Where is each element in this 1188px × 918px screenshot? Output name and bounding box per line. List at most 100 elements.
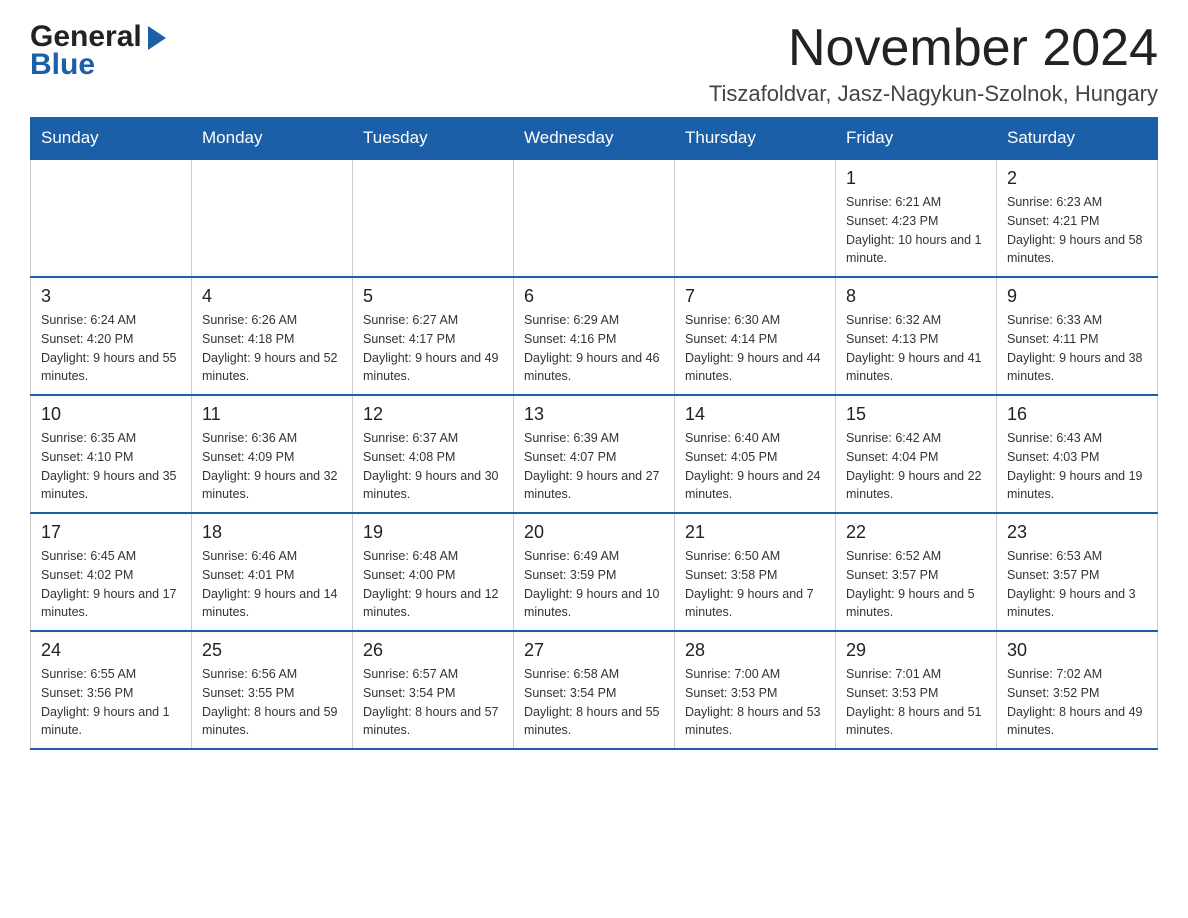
day-info: Sunrise: 7:02 AM Sunset: 3:52 PM Dayligh… xyxy=(1007,665,1147,740)
day-info: Sunrise: 6:58 AM Sunset: 3:54 PM Dayligh… xyxy=(524,665,664,740)
day-info: Sunrise: 6:32 AM Sunset: 4:13 PM Dayligh… xyxy=(846,311,986,386)
week-row-4: 17 Sunrise: 6:45 AM Sunset: 4:02 PM Dayli… xyxy=(31,513,1158,631)
day-number: 9 xyxy=(1007,286,1147,307)
day-info: Sunrise: 6:43 AM Sunset: 4:03 PM Dayligh… xyxy=(1007,429,1147,504)
calendar-cell: 9 Sunrise: 6:33 AM Sunset: 4:11 PM Daylig… xyxy=(997,277,1158,395)
day-number: 1 xyxy=(846,168,986,189)
day-info: Sunrise: 6:42 AM Sunset: 4:04 PM Dayligh… xyxy=(846,429,986,504)
calendar-cell xyxy=(514,159,675,277)
day-number: 25 xyxy=(202,640,342,661)
calendar-cell: 29 Sunrise: 7:01 AM Sunset: 3:53 PM Dayli… xyxy=(836,631,997,749)
day-number: 14 xyxy=(685,404,825,425)
day-info: Sunrise: 6:46 AM Sunset: 4:01 PM Dayligh… xyxy=(202,547,342,622)
calendar-cell: 30 Sunrise: 7:02 AM Sunset: 3:52 PM Dayli… xyxy=(997,631,1158,749)
calendar-cell: 17 Sunrise: 6:45 AM Sunset: 4:02 PM Dayli… xyxy=(31,513,192,631)
calendar-cell xyxy=(31,159,192,277)
location-title: Tiszafoldvar, Jasz-Nagykun-Szolnok, Hung… xyxy=(709,81,1158,107)
calendar-cell: 18 Sunrise: 6:46 AM Sunset: 4:01 PM Dayli… xyxy=(192,513,353,631)
day-number: 22 xyxy=(846,522,986,543)
title-area: November 2024 Tiszafoldvar, Jasz-Nagykun… xyxy=(709,20,1158,107)
calendar-cell: 1 Sunrise: 6:21 AM Sunset: 4:23 PM Daylig… xyxy=(836,159,997,277)
logo-chevron-icon xyxy=(148,26,166,50)
calendar-cell: 8 Sunrise: 6:32 AM Sunset: 4:13 PM Daylig… xyxy=(836,277,997,395)
day-number: 5 xyxy=(363,286,503,307)
calendar-cell: 10 Sunrise: 6:35 AM Sunset: 4:10 PM Dayli… xyxy=(31,395,192,513)
calendar-table: SundayMondayTuesdayWednesdayThursdayFrid… xyxy=(30,117,1158,750)
day-info: Sunrise: 6:24 AM Sunset: 4:20 PM Dayligh… xyxy=(41,311,181,386)
weekday-header-wednesday: Wednesday xyxy=(514,118,675,160)
day-info: Sunrise: 6:37 AM Sunset: 4:08 PM Dayligh… xyxy=(363,429,503,504)
calendar-cell: 26 Sunrise: 6:57 AM Sunset: 3:54 PM Dayli… xyxy=(353,631,514,749)
day-number: 24 xyxy=(41,640,181,661)
day-number: 23 xyxy=(1007,522,1147,543)
calendar-cell: 11 Sunrise: 6:36 AM Sunset: 4:09 PM Dayli… xyxy=(192,395,353,513)
day-info: Sunrise: 6:35 AM Sunset: 4:10 PM Dayligh… xyxy=(41,429,181,504)
day-number: 18 xyxy=(202,522,342,543)
day-info: Sunrise: 6:30 AM Sunset: 4:14 PM Dayligh… xyxy=(685,311,825,386)
day-number: 29 xyxy=(846,640,986,661)
calendar-cell: 2 Sunrise: 6:23 AM Sunset: 4:21 PM Daylig… xyxy=(997,159,1158,277)
day-info: Sunrise: 6:36 AM Sunset: 4:09 PM Dayligh… xyxy=(202,429,342,504)
logo: General Blue xyxy=(30,20,166,82)
calendar-cell: 25 Sunrise: 6:56 AM Sunset: 3:55 PM Dayli… xyxy=(192,631,353,749)
day-info: Sunrise: 6:33 AM Sunset: 4:11 PM Dayligh… xyxy=(1007,311,1147,386)
day-number: 27 xyxy=(524,640,664,661)
page-header: General Blue November 2024 Tiszafoldvar,… xyxy=(30,20,1158,107)
day-number: 15 xyxy=(846,404,986,425)
day-info: Sunrise: 6:52 AM Sunset: 3:57 PM Dayligh… xyxy=(846,547,986,622)
calendar-cell xyxy=(192,159,353,277)
day-info: Sunrise: 6:29 AM Sunset: 4:16 PM Dayligh… xyxy=(524,311,664,386)
week-row-1: 1 Sunrise: 6:21 AM Sunset: 4:23 PM Daylig… xyxy=(31,159,1158,277)
day-number: 13 xyxy=(524,404,664,425)
calendar-cell xyxy=(353,159,514,277)
day-number: 8 xyxy=(846,286,986,307)
day-number: 4 xyxy=(202,286,342,307)
calendar-cell: 19 Sunrise: 6:48 AM Sunset: 4:00 PM Dayli… xyxy=(353,513,514,631)
day-number: 30 xyxy=(1007,640,1147,661)
calendar-cell: 27 Sunrise: 6:58 AM Sunset: 3:54 PM Dayli… xyxy=(514,631,675,749)
day-number: 11 xyxy=(202,404,342,425)
calendar-cell: 6 Sunrise: 6:29 AM Sunset: 4:16 PM Daylig… xyxy=(514,277,675,395)
calendar-cell: 28 Sunrise: 7:00 AM Sunset: 3:53 PM Dayli… xyxy=(675,631,836,749)
day-info: Sunrise: 6:39 AM Sunset: 4:07 PM Dayligh… xyxy=(524,429,664,504)
calendar-cell: 21Sunrise: 6:50 AM Sunset: 3:58 PM Dayli… xyxy=(675,513,836,631)
calendar-cell: 23 Sunrise: 6:53 AM Sunset: 3:57 PM Dayli… xyxy=(997,513,1158,631)
calendar-cell xyxy=(675,159,836,277)
calendar-cell: 22 Sunrise: 6:52 AM Sunset: 3:57 PM Dayli… xyxy=(836,513,997,631)
calendar-cell: 13 Sunrise: 6:39 AM Sunset: 4:07 PM Dayli… xyxy=(514,395,675,513)
calendar-cell: 16Sunrise: 6:43 AM Sunset: 4:03 PM Dayli… xyxy=(997,395,1158,513)
month-title: November 2024 xyxy=(709,20,1158,77)
day-number: 17 xyxy=(41,522,181,543)
day-info: Sunrise: 6:53 AM Sunset: 3:57 PM Dayligh… xyxy=(1007,547,1147,622)
day-number: 20 xyxy=(524,522,664,543)
day-info: Sunrise: 7:01 AM Sunset: 3:53 PM Dayligh… xyxy=(846,665,986,740)
day-number: 19 xyxy=(363,522,503,543)
calendar-cell: 12Sunrise: 6:37 AM Sunset: 4:08 PM Dayli… xyxy=(353,395,514,513)
calendar-cell: 14Sunrise: 6:40 AM Sunset: 4:05 PM Dayli… xyxy=(675,395,836,513)
day-info: Sunrise: 7:00 AM Sunset: 3:53 PM Dayligh… xyxy=(685,665,825,740)
day-info: Sunrise: 6:21 AM Sunset: 4:23 PM Dayligh… xyxy=(846,193,986,268)
day-info: Sunrise: 6:57 AM Sunset: 3:54 PM Dayligh… xyxy=(363,665,503,740)
day-number: 3 xyxy=(41,286,181,307)
weekday-header-row: SundayMondayTuesdayWednesdayThursdayFrid… xyxy=(31,118,1158,160)
weekday-header-friday: Friday xyxy=(836,118,997,160)
day-info: Sunrise: 6:27 AM Sunset: 4:17 PM Dayligh… xyxy=(363,311,503,386)
weekday-header-tuesday: Tuesday xyxy=(353,118,514,160)
calendar-cell: 7 Sunrise: 6:30 AM Sunset: 4:14 PM Daylig… xyxy=(675,277,836,395)
calendar-cell: 15 Sunrise: 6:42 AM Sunset: 4:04 PM Dayli… xyxy=(836,395,997,513)
day-info: Sunrise: 6:56 AM Sunset: 3:55 PM Dayligh… xyxy=(202,665,342,740)
day-number: 6 xyxy=(524,286,664,307)
day-info: Sunrise: 6:23 AM Sunset: 4:21 PM Dayligh… xyxy=(1007,193,1147,268)
week-row-2: 3 Sunrise: 6:24 AM Sunset: 4:20 PM Daylig… xyxy=(31,277,1158,395)
day-number: 10 xyxy=(41,404,181,425)
day-info: Sunrise: 6:55 AM Sunset: 3:56 PM Dayligh… xyxy=(41,665,181,740)
day-info: Sunrise: 6:50 AM Sunset: 3:58 PM Dayligh… xyxy=(685,547,825,622)
day-info: Sunrise: 6:45 AM Sunset: 4:02 PM Dayligh… xyxy=(41,547,181,622)
calendar-cell: 4Sunrise: 6:26 AM Sunset: 4:18 PM Daylig… xyxy=(192,277,353,395)
day-number: 26 xyxy=(363,640,503,661)
day-info: Sunrise: 6:48 AM Sunset: 4:00 PM Dayligh… xyxy=(363,547,503,622)
calendar-cell: 24 Sunrise: 6:55 AM Sunset: 3:56 PM Dayli… xyxy=(31,631,192,749)
day-number: 2 xyxy=(1007,168,1147,189)
day-number: 7 xyxy=(685,286,825,307)
day-number: 28 xyxy=(685,640,825,661)
